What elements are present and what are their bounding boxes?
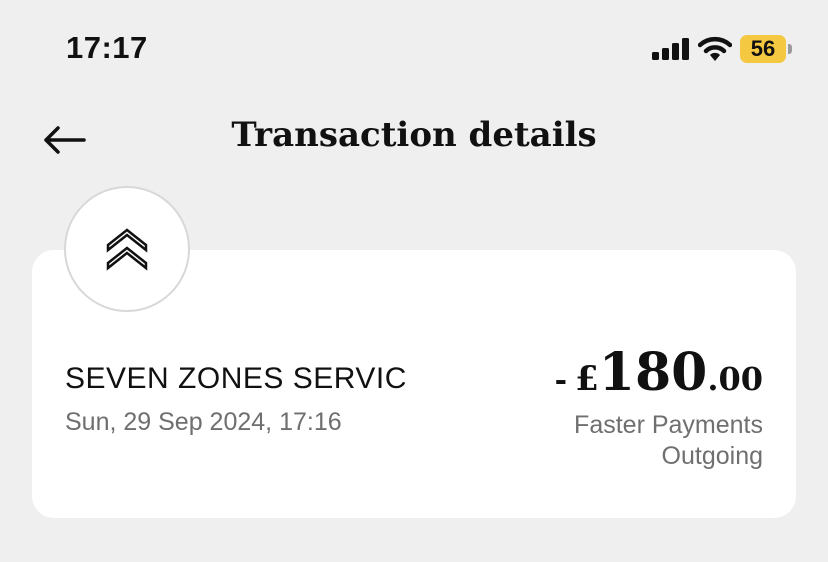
transaction-date: Sun, 29 Sep 2024, 17:16 (65, 408, 342, 436)
wifi-icon (698, 36, 732, 61)
merchant-name: SEVEN ZONES SERVIC (65, 362, 407, 395)
amount-sign: - (554, 363, 568, 398)
battery-icon: 56 (740, 35, 792, 63)
double-chevron-up-icon (106, 228, 148, 271)
payment-type: Faster Payments Outgoing (574, 410, 763, 472)
currency-symbol: £ (575, 359, 599, 399)
amount-whole: 180 (598, 342, 708, 403)
battery-cap (788, 44, 792, 54)
page-title: Transaction details (231, 115, 597, 155)
status-bar: 17:17 56 (0, 0, 828, 100)
payment-method: Faster Payments (574, 411, 763, 439)
merchant-avatar (64, 186, 190, 312)
header: Transaction details (0, 100, 828, 180)
amount-fraction: .00 (707, 360, 763, 398)
status-time: 17:17 (66, 30, 148, 65)
signal-icon (652, 38, 689, 60)
payment-direction: Outgoing (661, 442, 763, 470)
transaction-amount: - £ 180 .00 (555, 342, 763, 403)
battery-level: 56 (740, 35, 786, 63)
